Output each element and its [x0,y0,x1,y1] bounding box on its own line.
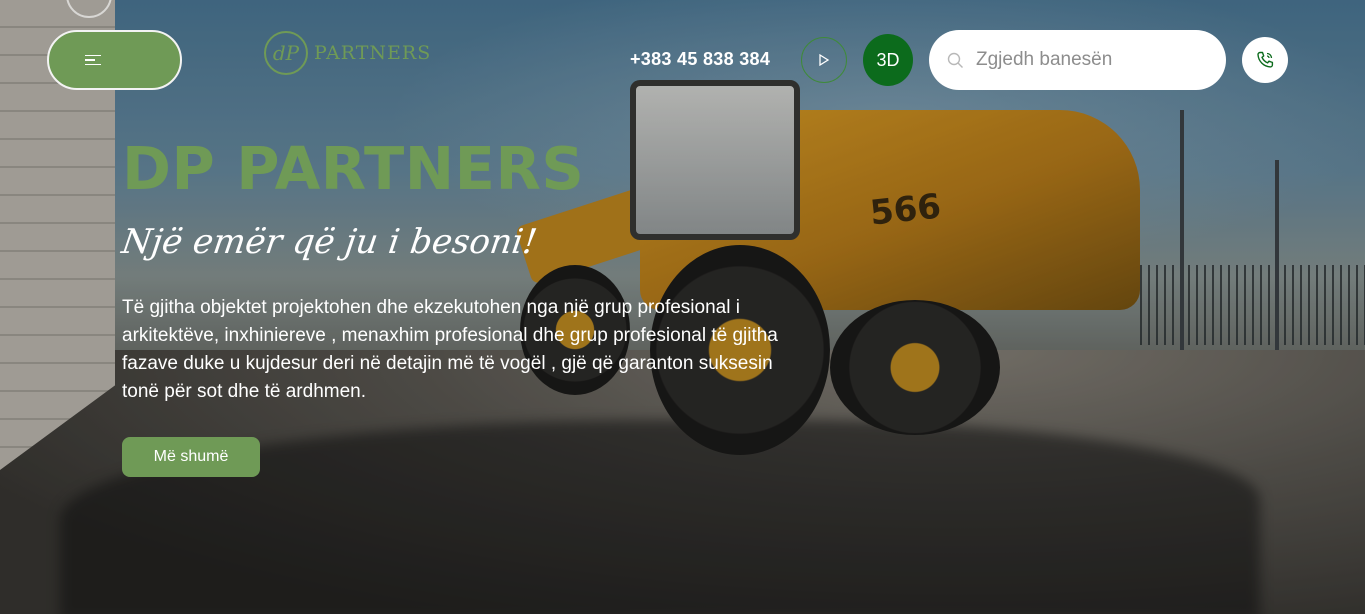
menu-icon [85,52,101,69]
hero-title: DP PARTNERS [122,134,585,203]
phone-number[interactable]: +383 45 838 384 [630,49,770,70]
logo-mark: dP [264,31,308,75]
hero-section: 566 dP PARTNERS +383 45 838 384 3D Zgjed… [0,0,1365,614]
3d-view-button[interactable]: 3D [863,34,913,86]
more-button[interactable]: Më shumë [122,437,260,477]
search-icon [947,52,963,68]
play-video-button[interactable] [801,37,847,83]
phone-call-icon [1257,51,1274,68]
menu-button[interactable] [47,30,182,90]
play-icon [819,54,830,66]
logo[interactable]: dP PARTNERS [264,30,431,76]
call-button[interactable] [1242,37,1288,83]
hero-description: Të gjitha objektet projektohen dhe ekzek… [122,297,778,402]
hero-tagline: Një emër që ju i besoni! [119,222,540,262]
logo-text: PARTNERS [314,42,432,64]
apartment-search-input[interactable] [976,49,1206,71]
search-bar [929,30,1226,90]
